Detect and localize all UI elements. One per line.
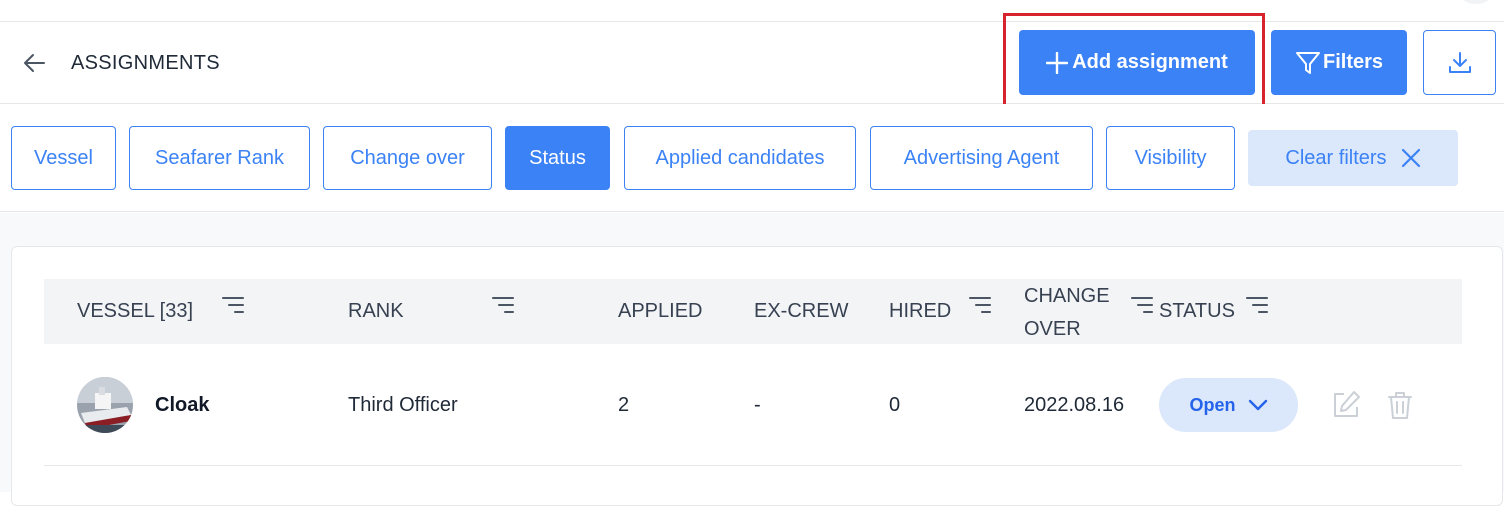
edit-icon[interactable] [1330,389,1362,421]
chip-change-over[interactable]: Change over [323,126,492,190]
change-over-cell: 2022.08.16 [1024,394,1125,416]
clear-filters-label: Clear filters [1285,146,1387,169]
vessel-name-link[interactable]: Cloak [155,394,209,417]
page-title: ASSIGNMENTS [71,52,220,74]
close-icon [1401,148,1420,168]
chip-visibility[interactable]: Visibility [1106,126,1235,190]
sort-icon[interactable] [492,297,514,315]
sort-icon[interactable] [222,297,244,315]
add-assignment-label: Add assignment [1072,51,1228,73]
sort-icon[interactable] [1246,297,1268,315]
column-header-rank: RANK [348,300,404,322]
rank-cell: Third Officer [348,394,458,416]
row-divider [44,465,1462,466]
filters-label: Filters [1322,51,1384,73]
hired-cell: 0 [889,394,901,416]
filter-icon [1295,51,1320,74]
sort-icon[interactable] [1131,297,1153,315]
column-header-ex-crew: EX-CREW [754,300,849,322]
column-header-change-over-line1: CHANGE [1024,285,1110,307]
user-avatar-partial[interactable] [1456,0,1496,4]
trash-icon[interactable] [1384,389,1416,421]
column-header-hired: HIRED [889,300,952,322]
chip-seafarer-rank[interactable]: Seafarer Rank [129,126,310,190]
download-icon [1448,51,1471,73]
add-assignment-button[interactable]: Add assignment [1019,30,1255,95]
filters-button[interactable]: Filters [1271,30,1407,95]
sort-icon[interactable] [969,297,991,315]
chip-advertising-agent[interactable]: Advertising Agent [870,126,1093,190]
page-header: ASSIGNMENTS Add assignment Filters [0,13,1504,114]
status-value: Open [1189,394,1236,415]
status-dropdown[interactable]: Open [1159,378,1298,432]
clear-filters-button[interactable]: Clear filters [1248,130,1458,186]
ex-crew-cell: - [754,394,761,416]
chip-status[interactable]: Status [505,126,610,190]
column-header-change-over-line2: OVER [1024,318,1081,340]
column-header-vessel: VESSEL [33] [77,300,193,322]
back-arrow-icon[interactable] [22,51,48,75]
plus-icon [1046,51,1069,74]
column-header-applied: APPLIED [618,300,703,322]
column-header-status: STATUS [1159,300,1235,322]
vessel-avatar [77,377,133,433]
filter-chip-bar: Vessel Seafarer Rank Change over Status … [0,104,1504,212]
download-button[interactable] [1423,30,1496,95]
top-bar [0,0,1504,22]
chip-applied-candidates[interactable]: Applied candidates [624,126,856,190]
applied-cell: 2 [618,394,630,416]
chevron-down-icon [1248,399,1267,411]
chip-vessel[interactable]: Vessel [11,126,116,190]
